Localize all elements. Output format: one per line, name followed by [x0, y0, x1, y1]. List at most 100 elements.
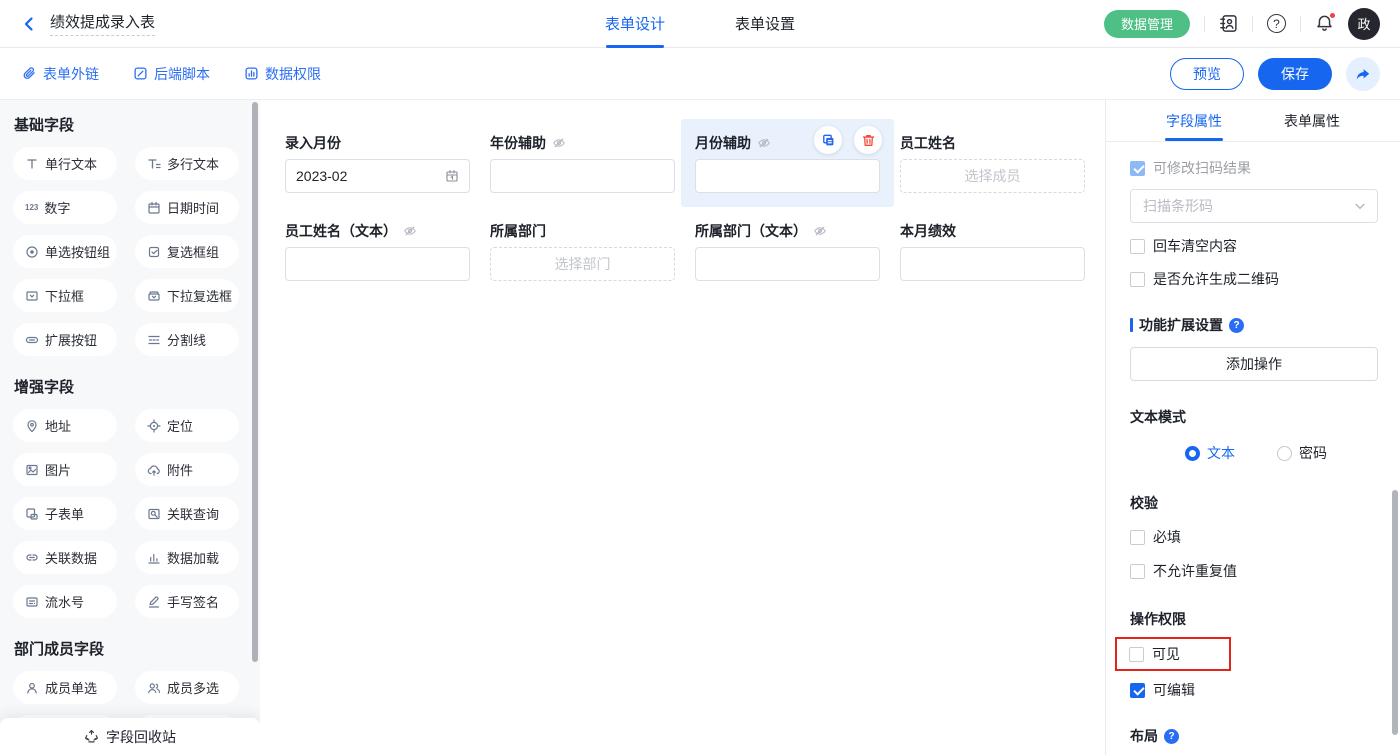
- qrcode-allow-checkbox[interactable]: [1130, 272, 1145, 287]
- text-input[interactable]: [695, 159, 880, 193]
- field-label: 所属部门: [490, 221, 546, 241]
- sidebar-item-linked-data[interactable]: 关联数据: [13, 541, 117, 574]
- required-checkbox[interactable]: [1130, 530, 1145, 545]
- sidebar-item-extend-button[interactable]: 扩展按钮: [13, 323, 117, 356]
- sidebar-item-serial-number[interactable]: 流水号: [13, 585, 117, 618]
- field-employee-name[interactable]: 员工姓名 选择成员: [900, 133, 1085, 193]
- help-question-icon[interactable]: ?: [1229, 318, 1244, 333]
- sidebar-item-image[interactable]: 图片: [13, 453, 117, 486]
- image-icon: [25, 463, 39, 477]
- help-glyph: ?: [1267, 14, 1286, 33]
- field-month-performance[interactable]: 本月绩效: [900, 221, 1085, 281]
- editable-checkbox[interactable]: [1130, 683, 1145, 698]
- multi-select-icon: [147, 289, 161, 303]
- field-label: 月份辅助: [695, 133, 751, 153]
- date-value: 2023-02: [296, 168, 347, 184]
- sidebar-item-multi-line-text[interactable]: 多行文本: [135, 147, 239, 180]
- sidebar-item-divider[interactable]: 分割线: [135, 323, 239, 356]
- sidebar-item-lookup[interactable]: 关联查询: [135, 497, 239, 530]
- sidebar-item-locate[interactable]: 定位: [135, 409, 239, 442]
- no-duplicate-row: 不允许重复值: [1130, 561, 1378, 581]
- address-icon: [25, 419, 39, 433]
- delete-field-button[interactable]: [854, 126, 882, 154]
- sidebar-item-address[interactable]: 地址: [13, 409, 117, 442]
- copy-field-button[interactable]: [814, 126, 842, 154]
- contacts-icon[interactable]: [1219, 14, 1238, 33]
- toolbar-right: 预览 保存: [1170, 57, 1380, 91]
- sidebar-item-radio-group[interactable]: 单选按钮组: [13, 235, 117, 268]
- department-picker[interactable]: 选择部门: [490, 247, 675, 281]
- sidebar-item-single-line-text[interactable]: 单行文本: [13, 147, 117, 180]
- visible-checkbox[interactable]: [1129, 647, 1144, 662]
- sidebar-item-label: 多行文本: [167, 154, 219, 173]
- checkbox-label: 必填: [1153, 527, 1181, 547]
- field-employee-name-text[interactable]: 员工姓名（文本）: [285, 221, 470, 281]
- field-year-helper[interactable]: 年份辅助: [490, 133, 675, 193]
- text-input[interactable]: [490, 159, 675, 193]
- section-title: 校验: [1130, 493, 1158, 513]
- sidebar-item-signature[interactable]: 手写签名: [135, 585, 239, 618]
- sidebar-item-attachment[interactable]: 附件: [135, 453, 239, 486]
- date-input[interactable]: 2023-02: [285, 159, 470, 193]
- radio-unselected-icon: [1277, 446, 1292, 461]
- form-design-canvas[interactable]: 录入月份 2023-02 年份辅助: [260, 100, 1105, 755]
- panel-tabs: 字段属性 表单属性: [1106, 100, 1400, 142]
- sidebar-item-label: 地址: [45, 416, 71, 435]
- sidebar-scrollbar-thumb[interactable]: [252, 102, 258, 662]
- sidebar-item-checkbox-group[interactable]: 复选框组: [135, 235, 239, 268]
- sidebar-item-datetime[interactable]: 日期时间: [135, 191, 239, 224]
- radio-password-option[interactable]: 密码: [1277, 443, 1327, 463]
- tab-form-design[interactable]: 表单设计: [605, 0, 665, 48]
- data-permission-button[interactable]: 数据权限: [244, 64, 321, 84]
- avatar[interactable]: 政: [1348, 8, 1380, 40]
- field-department-text[interactable]: 所属部门（文本）: [695, 221, 880, 281]
- notification-bell-icon[interactable]: [1315, 14, 1334, 33]
- text-input[interactable]: [285, 247, 470, 281]
- single-line-text-icon: [25, 157, 39, 171]
- multi-line-text-icon: [147, 157, 161, 171]
- checkbox-group-icon: [147, 245, 161, 259]
- sidebar-item-subform[interactable]: 子表单: [13, 497, 117, 530]
- sidebar-item-member-single[interactable]: 成员单选: [13, 671, 117, 704]
- sidebar-item-multi-select[interactable]: 下拉复选框: [135, 279, 239, 312]
- copy-icon: [821, 133, 836, 148]
- preview-button[interactable]: 预览: [1170, 58, 1244, 90]
- back-icon[interactable]: [20, 15, 38, 33]
- field-month-helper-selected[interactable]: 月份辅助: [695, 133, 880, 193]
- sidebar-item-label: 分割线: [167, 330, 206, 349]
- panel-scrollbar-thumb[interactable]: [1392, 490, 1398, 735]
- help-question-icon[interactable]: ?: [1164, 729, 1179, 744]
- field-entry-month[interactable]: 录入月份 2023-02: [285, 133, 470, 193]
- help-icon[interactable]: ?: [1267, 14, 1286, 33]
- text-input[interactable]: [900, 247, 1085, 281]
- radio-text-option[interactable]: 文本: [1185, 443, 1235, 463]
- field-action-chips: [814, 126, 882, 154]
- sidebar-item-select[interactable]: 下拉框: [13, 279, 117, 312]
- toolbar-link-label: 后端脚本: [154, 64, 210, 84]
- sidebar-item-data-load[interactable]: 数据加载: [135, 541, 239, 574]
- chevron-down-icon: [1355, 203, 1365, 210]
- data-manage-button[interactable]: 数据管理: [1104, 10, 1190, 38]
- section-title: 布局: [1130, 726, 1158, 746]
- tab-form-properties[interactable]: 表单属性: [1280, 100, 1344, 141]
- sidebar-item-number[interactable]: 123数字: [13, 191, 117, 224]
- enter-clear-checkbox[interactable]: [1130, 239, 1145, 254]
- share-button[interactable]: [1346, 57, 1380, 91]
- form-title[interactable]: 绩效提成录入表: [50, 11, 155, 36]
- sidebar-item-member-multi[interactable]: 成员多选: [135, 671, 239, 704]
- tab-field-properties[interactable]: 字段属性: [1162, 100, 1226, 141]
- field-recycle-bin[interactable]: 字段回收站: [0, 718, 260, 755]
- text-input[interactable]: [695, 247, 880, 281]
- member-picker[interactable]: 选择成员: [900, 159, 1085, 193]
- backend-script-button[interactable]: 后端脚本: [133, 64, 210, 84]
- sidebar-item-label: 成员单选: [45, 678, 97, 697]
- tab-form-settings[interactable]: 表单设置: [735, 0, 795, 48]
- save-button[interactable]: 保存: [1258, 58, 1332, 90]
- field-department[interactable]: 所属部门 选择部门: [490, 221, 675, 281]
- scan-result-checkbox[interactable]: [1130, 161, 1145, 176]
- sidebar-item-label: 流水号: [45, 592, 84, 611]
- no-duplicate-checkbox[interactable]: [1130, 564, 1145, 579]
- add-action-button[interactable]: 添加操作: [1130, 347, 1378, 381]
- external-link-button[interactable]: 表单外链: [22, 64, 99, 84]
- scan-type-select[interactable]: 扫描条形码: [1130, 189, 1378, 223]
